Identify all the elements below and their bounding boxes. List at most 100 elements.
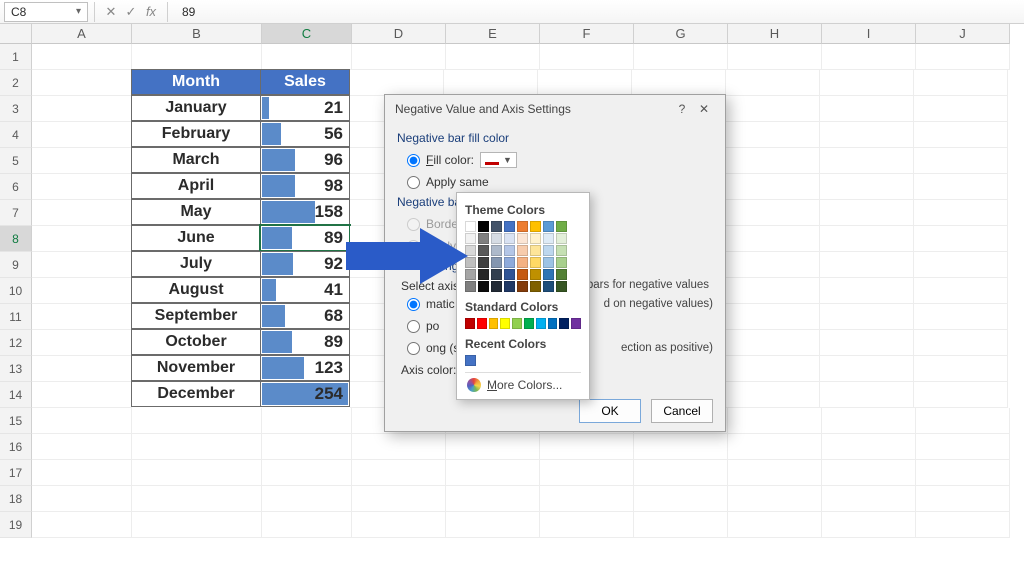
cell-D16[interactable] [352,434,446,460]
cell-I17[interactable] [822,460,916,486]
cell-E19[interactable] [446,512,540,538]
cell-E16[interactable] [446,434,540,460]
color-swatch[interactable] [548,318,558,329]
color-swatch[interactable] [478,245,489,256]
color-swatch[interactable] [559,318,569,329]
color-swatch[interactable] [465,355,476,366]
column-header-j[interactable]: J [916,24,1010,44]
cell-A13[interactable] [32,356,132,382]
cell-B10[interactable]: August [131,277,261,303]
cell-C2[interactable]: Sales [260,69,350,95]
apply-same-fill-radio[interactable] [407,176,420,189]
color-swatch[interactable] [543,281,554,292]
cell-B5[interactable]: March [131,147,261,173]
color-swatch[interactable] [504,221,515,232]
cell-A15[interactable] [32,408,132,434]
cell-I5[interactable] [820,148,914,174]
color-swatch[interactable] [543,233,554,244]
row-header-15[interactable]: 15 [0,408,32,434]
cell-J17[interactable] [916,460,1010,486]
row-header-2[interactable]: 2 [0,70,32,96]
select-all-corner[interactable] [0,24,32,44]
color-swatch[interactable] [556,245,567,256]
color-swatch[interactable] [530,245,541,256]
cell-J7[interactable] [914,200,1008,226]
cell-F17[interactable] [540,460,634,486]
cell-C7[interactable]: 158 [260,199,350,225]
cell-D17[interactable] [352,460,446,486]
cell-I4[interactable] [820,122,914,148]
cell-C17[interactable] [262,460,352,486]
fill-color-radio[interactable] [407,154,420,167]
cell-B8[interactable]: June [131,225,261,251]
color-swatch[interactable] [530,269,541,280]
cell-B12[interactable]: October [131,329,261,355]
row-header-5[interactable]: 5 [0,148,32,174]
column-header-h[interactable]: H [728,24,822,44]
cell-H4[interactable] [726,122,820,148]
cell-A18[interactable] [32,486,132,512]
cell-C13[interactable]: 123 [260,355,350,381]
cell-B3[interactable]: January [131,95,261,121]
fx-icon[interactable]: fx [141,4,161,19]
cell-C15[interactable] [262,408,352,434]
cell-E2[interactable] [444,70,538,96]
cell-J14[interactable] [914,382,1008,408]
row-header-7[interactable]: 7 [0,200,32,226]
color-swatch[interactable] [571,318,581,329]
cell-A4[interactable] [32,122,132,148]
axis-midpoint-radio[interactable] [407,320,420,333]
cell-I8[interactable] [820,226,914,252]
cell-J15[interactable] [916,408,1010,434]
cell-H16[interactable] [728,434,822,460]
row-header-11[interactable]: 11 [0,304,32,330]
color-swatch[interactable] [491,269,502,280]
cell-E1[interactable] [446,44,540,70]
color-swatch[interactable] [478,269,489,280]
color-swatch[interactable] [491,221,502,232]
color-swatch[interactable] [543,245,554,256]
cell-G16[interactable] [634,434,728,460]
cell-A3[interactable] [32,96,132,122]
cell-J8[interactable] [914,226,1008,252]
column-header-b[interactable]: B [132,24,262,44]
cell-I18[interactable] [822,486,916,512]
color-swatch[interactable] [517,245,528,256]
cell-J11[interactable] [914,304,1008,330]
color-swatch[interactable] [517,281,528,292]
cell-B14[interactable]: December [131,381,261,407]
color-swatch[interactable] [517,269,528,280]
cell-I14[interactable] [820,382,914,408]
color-swatch[interactable] [530,221,541,232]
column-header-a[interactable]: A [32,24,132,44]
cell-H2[interactable] [726,70,820,96]
cell-H1[interactable] [728,44,822,70]
axis-auto-radio[interactable] [407,298,420,311]
row-header-4[interactable]: 4 [0,122,32,148]
cell-H11[interactable] [726,304,820,330]
cell-J1[interactable] [916,44,1010,70]
color-swatch[interactable] [504,257,515,268]
cell-B1[interactable] [132,44,262,70]
cell-H14[interactable] [726,382,820,408]
column-header-e[interactable]: E [446,24,540,44]
cell-B17[interactable] [132,460,262,486]
row-header-1[interactable]: 1 [0,44,32,70]
cell-A10[interactable] [32,278,132,304]
cell-H17[interactable] [728,460,822,486]
cell-I10[interactable] [820,278,914,304]
cell-H9[interactable] [726,252,820,278]
cell-A6[interactable] [32,174,132,200]
cell-H10[interactable] [726,278,820,304]
color-swatch[interactable] [556,221,567,232]
cell-A17[interactable] [32,460,132,486]
cell-I3[interactable] [820,96,914,122]
cell-H18[interactable] [728,486,822,512]
cell-G18[interactable] [634,486,728,512]
cell-G17[interactable] [634,460,728,486]
row-header-12[interactable]: 12 [0,330,32,356]
column-header-c[interactable]: C [262,24,352,44]
color-swatch[interactable] [517,221,528,232]
cell-H7[interactable] [726,200,820,226]
cell-H5[interactable] [726,148,820,174]
